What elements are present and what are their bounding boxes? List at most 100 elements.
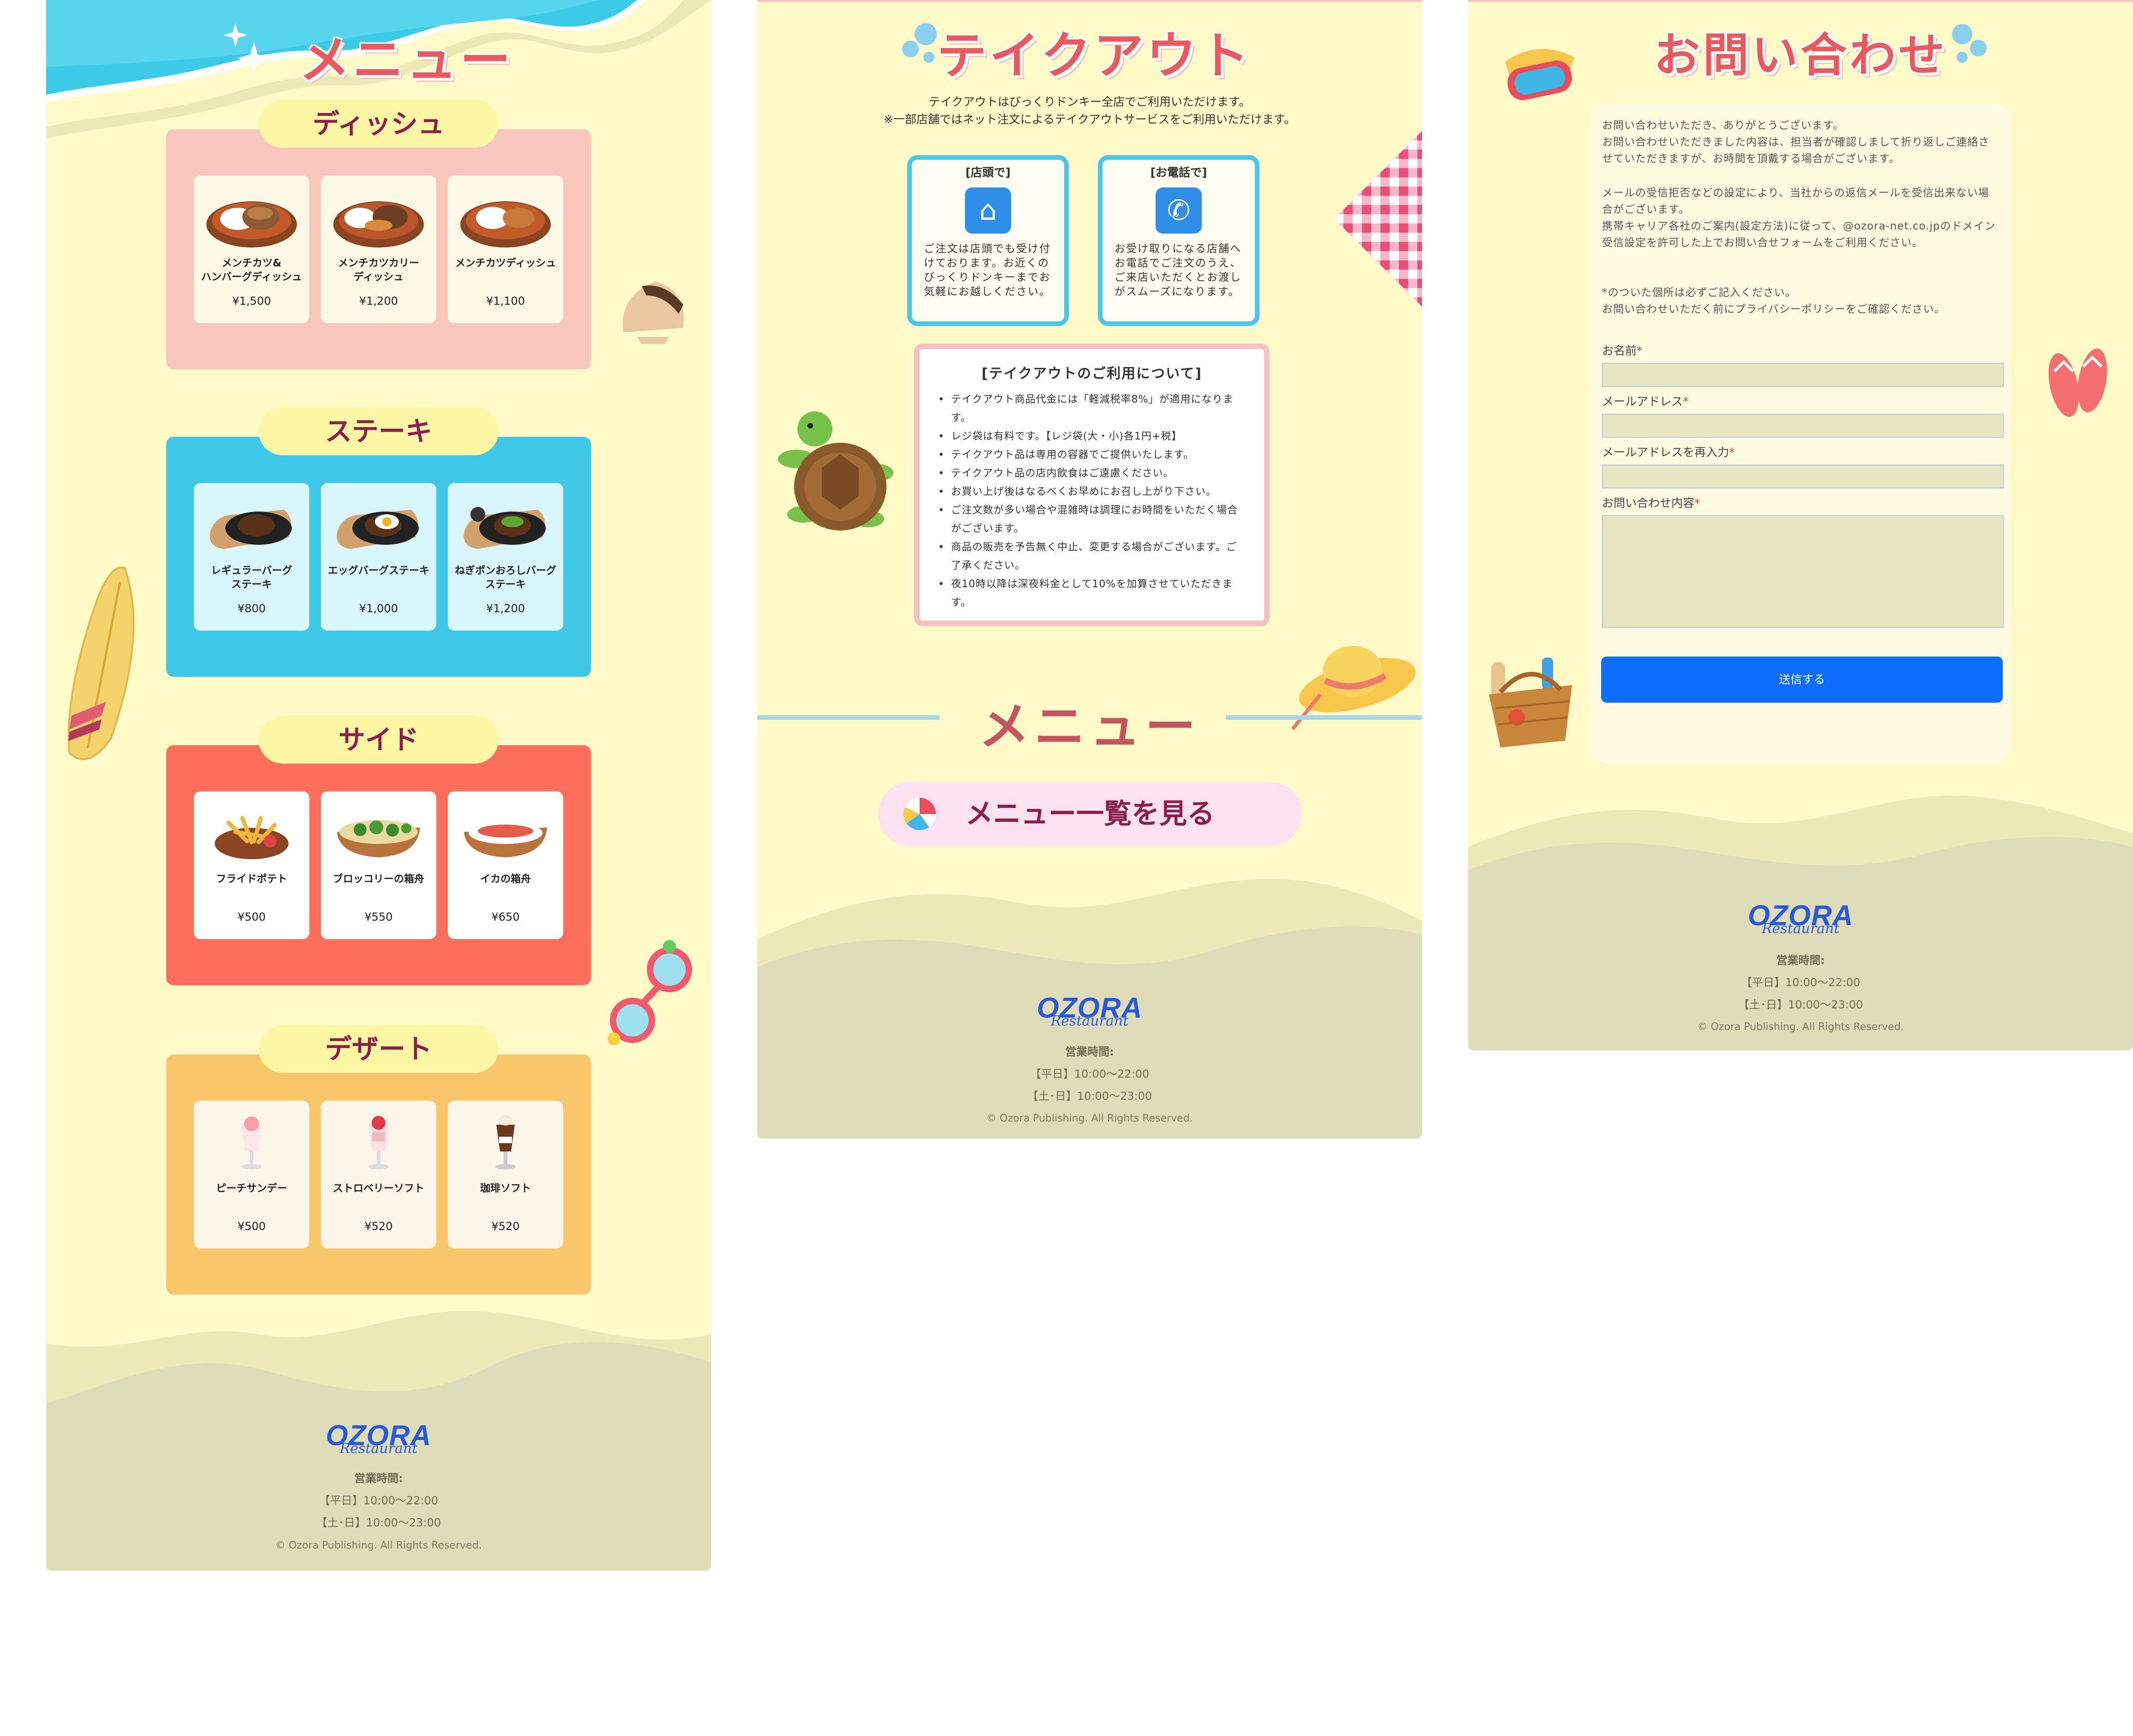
parfait-image [368,1116,389,1169]
item-price: ¥500 [237,1220,266,1233]
menu-item-card[interactable]: フライドポテト ¥500 [194,791,309,939]
submit-button[interactable]: 送信する [1601,657,2003,703]
steak-plate-image [337,510,419,549]
curry-plate-image [460,201,551,247]
phone-icon: ✆ [1156,187,1202,234]
name-input[interactable] [1602,363,2004,387]
email-confirm-input[interactable] [1602,464,2004,488]
takeout-intro: テイクアウトはびっくりドンキー全店でご利用いただけます。 ※一部店舗ではネット注… [757,93,1422,128]
menu-item-card[interactable]: メンチカツカリー ディッシュ ¥1,200 [321,175,436,323]
message-textarea[interactable] [1602,515,2004,628]
section-side: サイド フライドポテト ¥500 ブロッコリーの箱舟 ¥550 イカの箱舟 ¥6… [166,716,591,985]
section-steak: ステーキ レギュラーバーグ ステーキ ¥800 エッグバーグステーキ ¥1,00… [166,407,591,677]
menu-item-card[interactable]: ねぎポンおろしバーグ ステーキ ¥1,200 [448,483,563,631]
flip-flops-icon [2049,348,2107,417]
business-hours: 営業時間: 【平日】10:00〜22:00 【土･日】10:00〜23:00 [757,1041,1422,1107]
item-price: ¥520 [491,1220,520,1233]
rules-list: テイクアウト商品代金には「軽減税率8%」が適用になります。 レジ袋は有料です。【… [938,391,1246,612]
rules-title: [テイクアウトのご利用について] [982,366,1202,382]
diving-goggles-icon [1505,49,1574,100]
menu-item-card[interactable]: メンチカツディッシュ ¥1,100 [448,175,563,323]
rule-item: テイクアウト商品代金には「軽減税率8%」が適用になります。 [938,391,1246,428]
footer-logo[interactable]: OZORA Restaurant [757,994,1422,1029]
order-by-phone-box: [お電話で] ✆ お受け取りになる店舗へお電話でご注文のうえ、ご来店いただくとお… [1098,155,1259,326]
logo-subtitle: Restaurant [339,1441,418,1457]
turtle-icon [778,411,893,530]
menu-item-card[interactable]: エッグバーグステーキ ¥1,000 [321,483,436,631]
menu-item-card[interactable]: イカの箱舟 ¥650 [448,791,563,939]
view-menu-button[interactable]: メニュー一覧を見る [878,782,1302,846]
business-hours: 営業時間: 【平日】10:00〜22:00 【土･日】10:00〜23:00 [1468,949,2133,1016]
hours-title: 営業時間: [1776,954,1825,967]
label-text: メールアドレスを再入力 [1602,446,1729,459]
curry-plate-image [206,201,297,247]
item-price: ¥1,500 [232,295,271,307]
item-price: ¥650 [491,910,520,923]
item-name: ねぎポンおろしバーグ ステーキ [454,565,556,591]
item-name: イカの箱舟 [480,874,531,885]
label-text: お問い合わせ内容 [1602,496,1695,510]
business-hours: 営業時間: 【平日】10:00〜22:00 【土･日】10:00〜23:00 [46,1467,711,1534]
email-input[interactable] [1602,414,2004,438]
picnic-basket-icon [1489,657,1572,747]
surfboard-icon [67,566,135,760]
rule-item: お買い上げ後はなるべくお早めにお召し上がり下さい。 [938,483,1246,501]
email-confirm-label: メールアドレスを再入力* [1602,443,1735,460]
hours-title: 営業時間: [1065,1045,1114,1058]
required-mark: * [1729,446,1735,459]
item-name: ストロベリーソフト [332,1183,424,1194]
required-mark: * [1683,395,1689,408]
button-label: メニュー一覧を見る [965,798,1215,830]
section-dish: ディッシュ メンチカツ& ハンバーグディッシュ ¥1,500 メンチカツカリー … [166,100,591,369]
page-title: テイクアウト [937,27,1252,85]
menu-item-card[interactable]: ブロッコリーの箱舟 ¥550 [321,791,436,939]
item-price: ¥550 [364,910,393,923]
item-price: ¥800 [237,602,266,615]
message-label: お問い合わせ内容* [1602,494,1700,511]
picnic-cloth-icon [1334,131,1422,307]
steak-plate-image [464,507,546,549]
contact-intro: お問い合わせいただき、ありがとうございます。 お問い合わせいただきました内容は、… [1602,120,1990,165]
item-price: ¥1,100 [486,295,525,307]
section-title: ディッシュ [259,100,499,148]
hours-title: 営業時間: [354,1472,403,1485]
rule-item: レジ袋は有料です。【レジ袋(大・小)各1円+税】 [938,428,1246,446]
contact-required-note: *のついた個所は必ずご記入ください。 お問い合わせいただく前にプライバシーポリシ… [1602,287,1946,315]
copyright: © Ozora Publishing. All Rights Reserved. [275,1540,482,1551]
label-text: お名前 [1602,344,1637,357]
box-title: [店頭で] [965,166,1011,179]
copyright: © Ozora Publishing. All Rights Reserved. [986,1113,1193,1124]
footer-logo[interactable]: OZORA Restaurant [1468,902,2133,936]
fries-image [215,816,289,859]
home-icon: ⌂ [965,187,1011,234]
rule-item: 夜10時以降は深夜料金として10%を加算させていただきます。 [938,575,1246,612]
required-mark: * [1694,496,1700,510]
item-name: ピーチサンデー [216,1183,287,1194]
hours-weekday: 【平日】10:00〜22:00 [319,1494,439,1507]
item-price: ¥1,000 [359,602,398,615]
item-name: ブロッコリーの箱舟 [332,874,424,885]
box-title: [お電話で] [1150,166,1207,179]
takeout-rules-box: [テイクアウトのご利用について] テイクアウト商品代金には「軽減税率8%」が適用… [914,344,1270,626]
box-text: お受け取りになる店舗へお電話でご注文のうえ、ご来店いただくとお渡しがスムーズにな… [1115,243,1241,298]
sunglasses-icon [608,940,692,1045]
item-name: 珈琲ソフト [480,1183,531,1194]
name-label: お名前* [1602,342,1643,358]
intro-note: ※一部店舗ではネット注文によるテイクアウトサービスをご利用いただけます。 [883,113,1296,126]
hours-weekend: 【土･日】10:00〜23:00 [316,1516,441,1529]
menu-item-card[interactable]: 珈琲ソフト ¥520 [448,1101,563,1248]
menu-item-card[interactable]: メンチカツ& ハンバーグディッシュ ¥1,500 [194,175,309,323]
menu-item-card[interactable]: ストロベリーソフト ¥520 [321,1101,436,1248]
broccoli-boat-image [337,820,420,857]
rule-item: ご注文数が多い場合や混雑時は調理にお時間をいただく場合がございます。 [938,501,1246,538]
hours-weekend: 【土･日】10:00〜23:00 [1738,998,1863,1011]
menu-item-card[interactable]: ピーチサンデー ¥500 [194,1101,309,1248]
parfait-image [495,1115,516,1169]
logo-subtitle: Restaurant [1050,1013,1129,1029]
footer-logo[interactable]: OZORA Restaurant [46,1422,711,1457]
steak-plate-image [210,510,292,549]
menu-item-card[interactable]: レギュラーバーグ ステーキ ¥800 [194,483,309,631]
item-price: ¥500 [237,910,266,923]
hours-weekday: 【平日】10:00〜22:00 [1741,976,1861,989]
order-at-store-box: [店頭で] ⌂ ご注文は店頭でも受け付けております。お近くのびっくりドンキーまで… [907,155,1069,326]
